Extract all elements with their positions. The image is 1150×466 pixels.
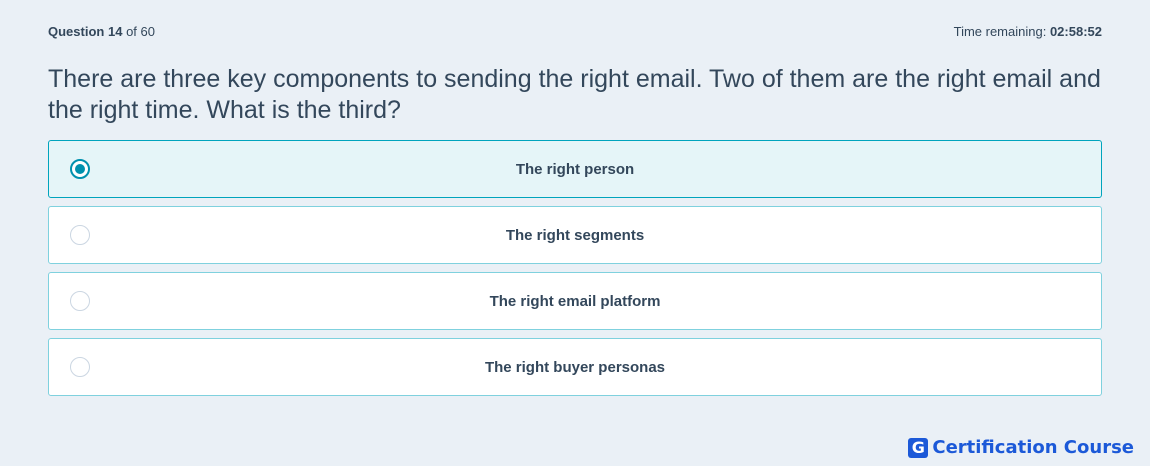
- brand-logo-icon: G: [908, 437, 929, 458]
- brand-name: Certification Course: [932, 437, 1134, 458]
- time-value: 02:58:52: [1049, 24, 1102, 39]
- time-label: Time remaining:: [953, 24, 1047, 39]
- question-label: Question: [48, 24, 105, 39]
- radio-icon[interactable]: [70, 225, 90, 245]
- answer-option[interactable]: The right segments: [48, 206, 1102, 264]
- question-number: 14: [107, 24, 123, 39]
- answer-option[interactable]: The right buyer personas: [48, 338, 1102, 396]
- answer-option-label: The right person: [515, 160, 635, 178]
- answer-option-label: The right email platform: [489, 292, 661, 310]
- radio-icon[interactable]: [70, 291, 90, 311]
- answer-option-label: The right segments: [505, 226, 645, 244]
- question-total: of 60: [126, 24, 155, 39]
- brand-watermark: G Certification Course: [908, 437, 1134, 458]
- question-counter: Question 14 of 60: [48, 23, 155, 41]
- answer-option-label: The right buyer personas: [484, 358, 666, 376]
- question-text: There are three key components to sendin…: [48, 65, 1101, 124]
- radio-icon[interactable]: [70, 357, 90, 377]
- radio-selected-icon[interactable]: [70, 159, 90, 179]
- time-remaining: Time remaining: 02:58:52: [954, 23, 1102, 41]
- quiz-header: Question 14 of 60 Time remaining: 02:58:…: [48, 23, 1102, 41]
- answer-option[interactable]: The right email platform: [48, 272, 1102, 330]
- answer-option[interactable]: The right person: [48, 140, 1102, 198]
- answer-options: The right person The right segments The …: [48, 140, 1102, 404]
